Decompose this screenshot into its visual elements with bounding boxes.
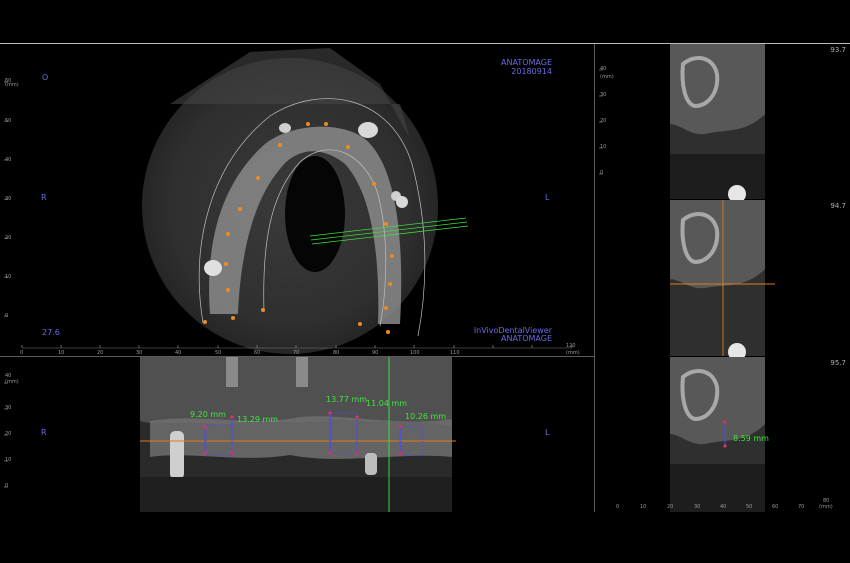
measurement-label[interactable]: 8.59 mm	[733, 434, 769, 443]
axis-unit: (mm)	[600, 74, 614, 80]
x-tick: 80	[333, 350, 340, 356]
orientation-corner-marker: O	[42, 73, 49, 82]
cross-section-images[interactable]	[595, 44, 850, 512]
axis-unit: (mm)	[5, 379, 19, 385]
orientation-right-marker: R	[41, 428, 47, 437]
y-tick: 20	[5, 431, 12, 437]
cross-section-2	[670, 200, 775, 361]
y-tick: 0	[5, 483, 9, 489]
y-tick: 40	[600, 66, 607, 72]
slice-number: 94.7	[830, 202, 846, 210]
brand-label: ANATOMAGE	[501, 58, 552, 67]
y-tick: 40	[5, 373, 12, 379]
slice-number: 95.7	[830, 359, 846, 367]
x-tick: 0	[616, 504, 620, 510]
x-tick: 40	[175, 350, 182, 356]
x-tick: 30	[694, 504, 701, 510]
y-tick: 30	[600, 92, 607, 98]
x-tick: 40	[720, 504, 727, 510]
orientation-left-marker: L	[545, 428, 550, 437]
x-tick: 20	[667, 504, 674, 510]
y-tick: 60	[5, 78, 12, 84]
cross-section-panel[interactable]: 93.7 94.7 95.7 8.59 mm (mm) 40 30 20 10 …	[595, 44, 850, 512]
measurement-label[interactable]: 13.29 mm	[237, 415, 278, 424]
y-tick: 30	[5, 196, 12, 202]
y-tick: 40	[5, 157, 12, 163]
panoramic-scan-image[interactable]	[0, 357, 594, 512]
orientation-right-marker: R	[41, 193, 47, 202]
y-tick: 20	[600, 118, 607, 124]
measurement-label[interactable]: 13.77 mm	[326, 395, 367, 404]
axial-view[interactable]: ANATOMAGE 20180914 InVivoDentalViewer AN…	[0, 44, 594, 356]
measurement-label[interactable]: 9.20 mm	[190, 410, 226, 419]
measurement-label[interactable]: 10.26 mm	[405, 412, 446, 421]
axis-unit-x: (mm)	[566, 350, 580, 356]
scan-date: 20180914	[511, 67, 552, 76]
y-tick: 10	[5, 457, 12, 463]
x-tick: 0	[20, 350, 24, 356]
slice-position: 27.6	[42, 328, 60, 337]
y-tick: 10	[600, 144, 607, 150]
axis-unit-x: (mm)	[819, 504, 833, 510]
x-tick: 60	[254, 350, 261, 356]
y-tick: 30	[5, 405, 12, 411]
y-tick: 0	[5, 313, 9, 319]
x-tick: 100	[410, 350, 420, 356]
x-tick: 10	[58, 350, 65, 356]
slice-number: 93.7	[830, 46, 846, 54]
cross-section-1	[670, 44, 765, 203]
x-tick: 30	[136, 350, 143, 356]
axial-scan-image[interactable]	[0, 44, 594, 356]
orientation-left-marker: L	[545, 193, 550, 202]
x-tick: 90	[372, 350, 379, 356]
x-tick: 50	[746, 504, 753, 510]
x-tick: 50	[215, 350, 222, 356]
x-tick: 70	[293, 350, 300, 356]
y-tick: 0	[600, 170, 604, 176]
x-tick: 110	[450, 350, 460, 356]
x-tick: 60	[772, 504, 779, 510]
x-tick: 120	[566, 343, 576, 349]
x-tick: 20	[97, 350, 104, 356]
y-tick: 20	[5, 235, 12, 241]
measurement-label[interactable]: 11.04 mm	[366, 399, 407, 408]
panoramic-view[interactable]: R L (mm) 40 30 20 10 0 9.20 mm 13.29 mm …	[0, 357, 594, 512]
brand-label-bottom: ANATOMAGE	[501, 334, 552, 343]
x-tick: 10	[640, 504, 647, 510]
x-tick: 70	[798, 504, 805, 510]
y-tick: 10	[5, 274, 12, 280]
y-tick: 50	[5, 118, 12, 124]
